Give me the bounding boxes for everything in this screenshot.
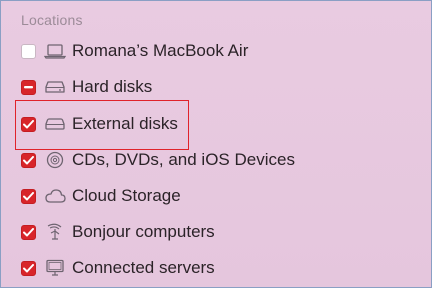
location-item-cds-dvds-ios[interactable]: CDs, DVDs, and iOS Devices: [21, 147, 295, 173]
hard-disk-icon: [44, 78, 66, 96]
checkbox-cds-dvds-ios[interactable]: [21, 152, 36, 168]
location-item-macbook[interactable]: Romana’s MacBook Air: [21, 38, 248, 64]
laptop-icon: [44, 42, 66, 60]
section-title-locations: Locations: [21, 12, 83, 28]
checkbox-macbook[interactable]: [21, 43, 36, 59]
optical-disc-icon: [44, 151, 66, 169]
location-item-label: Connected servers: [72, 258, 215, 277]
finder-sidebar-settings-panel: Locations Romana’s MacBook Air Hard disk…: [0, 0, 432, 288]
checkbox-hard-disks[interactable]: [21, 79, 36, 95]
location-item-label: Cloud Storage: [72, 186, 181, 205]
location-item-bonjour[interactable]: Bonjour computers: [21, 219, 215, 245]
location-item-label: Hard disks: [72, 77, 153, 96]
cloud-icon: [44, 187, 66, 205]
location-item-cloud-storage[interactable]: Cloud Storage: [21, 183, 181, 209]
server-display-icon: [44, 259, 66, 277]
checkbox-connected-servers[interactable]: [21, 260, 36, 276]
checkbox-cloud-storage[interactable]: [21, 188, 36, 204]
highlight-box-external-disks: [15, 100, 189, 150]
location-item-label: Bonjour computers: [72, 222, 215, 241]
location-item-label: CDs, DVDs, and iOS Devices: [72, 150, 295, 169]
location-item-hard-disks[interactable]: Hard disks: [21, 74, 152, 100]
checkbox-bonjour[interactable]: [21, 224, 36, 240]
location-item-label: Romana’s MacBook Air: [72, 41, 249, 60]
location-item-connected-servers[interactable]: Connected servers: [21, 255, 215, 281]
bonjour-icon: [44, 223, 66, 241]
